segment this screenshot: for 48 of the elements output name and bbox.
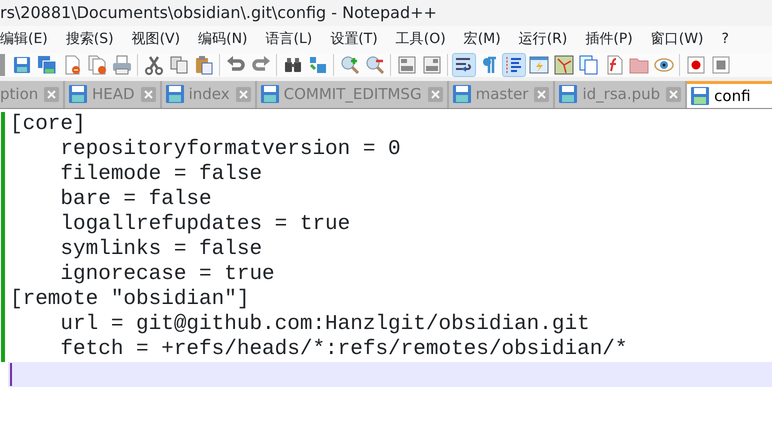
close-icon[interactable] [534, 86, 550, 102]
tab-label: COMMIT_EDITMSG [284, 84, 422, 105]
code-line: logallrefupdates = true [59, 213, 350, 236]
tab-label: id_rsa.pub [582, 84, 660, 105]
save-icon [166, 85, 184, 103]
code-line: ignorecase = true [59, 263, 275, 286]
tab-label: master [476, 84, 528, 105]
close-icon[interactable] [666, 86, 682, 102]
close-icon[interactable] [140, 86, 156, 102]
menu-item[interactable]: 运行(R) [510, 26, 576, 53]
tab-label: HEAD [92, 84, 135, 105]
menu-item[interactable]: 语言(L) [256, 26, 322, 53]
code-line: [remote "obsidian"] [10, 288, 250, 311]
code-line: fetch = +refs/heads/*:refs/remotes/obsidian/* [59, 338, 628, 361]
menu-item[interactable]: 设置(T) [321, 26, 387, 53]
word-wrap-icon[interactable] [452, 53, 476, 77]
menu-item[interactable]: 宏(M) [454, 26, 510, 53]
window-title: rs\20881\Documents\obsidian\.git\config - Notepad++ [0, 0, 772, 26]
save-icon [559, 85, 578, 103]
map-icon[interactable] [552, 53, 576, 77]
close-icon[interactable] [428, 86, 443, 102]
code-line: [core] [10, 113, 86, 136]
close-icon[interactable] [44, 86, 59, 102]
menu-item[interactable]: 窗口(W) [642, 26, 713, 53]
menu-item[interactable]: 编辑(E) [0, 26, 57, 53]
code-line: url = git@github.com:Hanzlgit/obsidian.git [59, 313, 590, 336]
file-tab[interactable]: confi [687, 81, 772, 108]
code-line: symlinks = false [59, 238, 262, 261]
menu-item[interactable]: 视图(V) [122, 26, 190, 53]
code-line: repositoryformatversion = 0 [59, 138, 401, 161]
text-caret [10, 363, 12, 386]
close-icon[interactable] [236, 86, 251, 102]
documents-icon[interactable] [576, 53, 600, 77]
tab-label: confi [714, 86, 751, 107]
code-line: filemode = false [59, 163, 262, 186]
menu-item[interactable]: ? [712, 26, 738, 53]
tab-label: ption [0, 84, 38, 105]
save-icon [691, 87, 710, 105]
menu-item[interactable]: 搜索(S) [56, 26, 123, 53]
save-icon [260, 85, 279, 103]
code-line: bare = false [59, 188, 212, 211]
menu-item[interactable]: 插件(P) [576, 26, 642, 53]
menu-item[interactable]: 工具(O) [386, 26, 455, 53]
menu-item[interactable]: 编码(N) [189, 26, 257, 53]
indent-guide-icon[interactable] [502, 53, 526, 77]
save-icon [452, 85, 471, 103]
save-icon [69, 85, 87, 103]
tab-label: index [188, 84, 230, 105]
